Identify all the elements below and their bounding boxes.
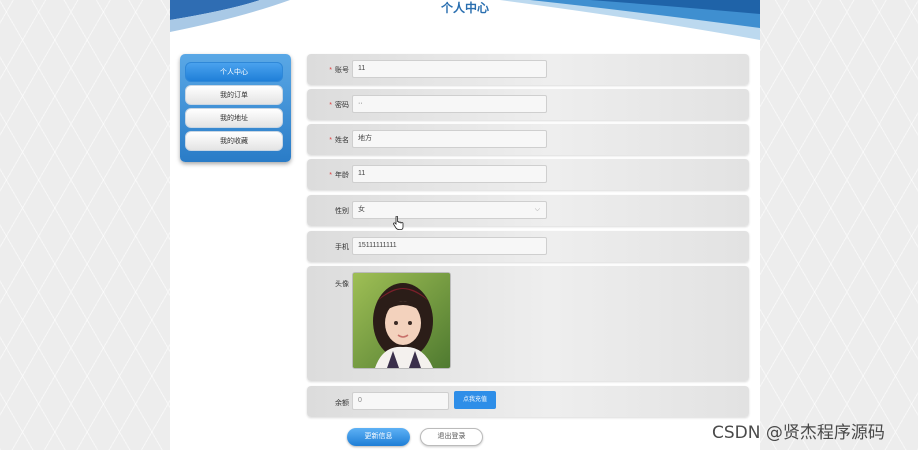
- gender-select[interactable]: 女 ⌵: [352, 201, 547, 219]
- name-input[interactable]: 地方: [352, 130, 547, 148]
- name-label: * 姓名: [329, 137, 349, 144]
- form-row-age: * 年龄 11: [307, 159, 749, 190]
- account-label: * 账号: [329, 67, 349, 74]
- form-row-account: * 账号 11: [307, 54, 749, 85]
- avatar-label: 头像: [335, 281, 349, 288]
- header-banner: 个人中心: [170, 0, 760, 44]
- sidebar-item-favorites[interactable]: 我的收藏: [185, 131, 283, 151]
- sidebar: 个人中心 我的订单 我的地址 我的收藏: [180, 54, 291, 162]
- form-row-password: * 密码 ··: [307, 89, 749, 120]
- chevron-down-icon: ⌵: [534, 206, 540, 213]
- logout-button[interactable]: 退出登录: [420, 428, 483, 446]
- hand-cursor-icon: [393, 216, 404, 230]
- password-input[interactable]: ··: [352, 95, 547, 113]
- phone-label: 手机: [335, 244, 349, 251]
- sidebar-item-profile[interactable]: 个人中心: [185, 62, 283, 82]
- age-label: * 年龄: [329, 172, 349, 179]
- age-input[interactable]: 11: [352, 165, 547, 183]
- sidebar-item-orders[interactable]: 我的订单: [185, 85, 283, 105]
- password-label: * 密码: [329, 102, 349, 109]
- sidebar-item-address[interactable]: 我的地址: [185, 108, 283, 128]
- recharge-button[interactable]: 点我充值: [454, 391, 496, 409]
- phone-input[interactable]: 15111111111: [352, 237, 547, 255]
- account-input[interactable]: 11: [352, 60, 547, 78]
- form-row-gender: 性别 女 ⌵: [307, 195, 749, 226]
- watermark: CSDN @贤杰程序源码: [712, 423, 885, 443]
- form-row-name: * 姓名 地方: [307, 124, 749, 155]
- form-row-phone: 手机 15111111111: [307, 231, 749, 262]
- balance-label: 余额: [335, 400, 349, 407]
- avatar-photo: [353, 273, 450, 368]
- profile-page: 个人中心 个人中心 我的订单 我的地址 我的收藏 * 账号 11 * 密码 ·· *…: [170, 0, 760, 450]
- update-info-button[interactable]: 更新信息: [347, 428, 410, 446]
- page-title: 个人中心: [440, 1, 489, 15]
- gender-selected-value: 女: [358, 206, 365, 213]
- form-row-avatar: 头像: [307, 266, 749, 381]
- balance-input[interactable]: 0: [352, 392, 449, 410]
- form-row-balance: 余额 0 点我充值: [307, 386, 749, 417]
- avatar-image[interactable]: [352, 272, 451, 369]
- gender-label: 性别: [335, 208, 349, 215]
